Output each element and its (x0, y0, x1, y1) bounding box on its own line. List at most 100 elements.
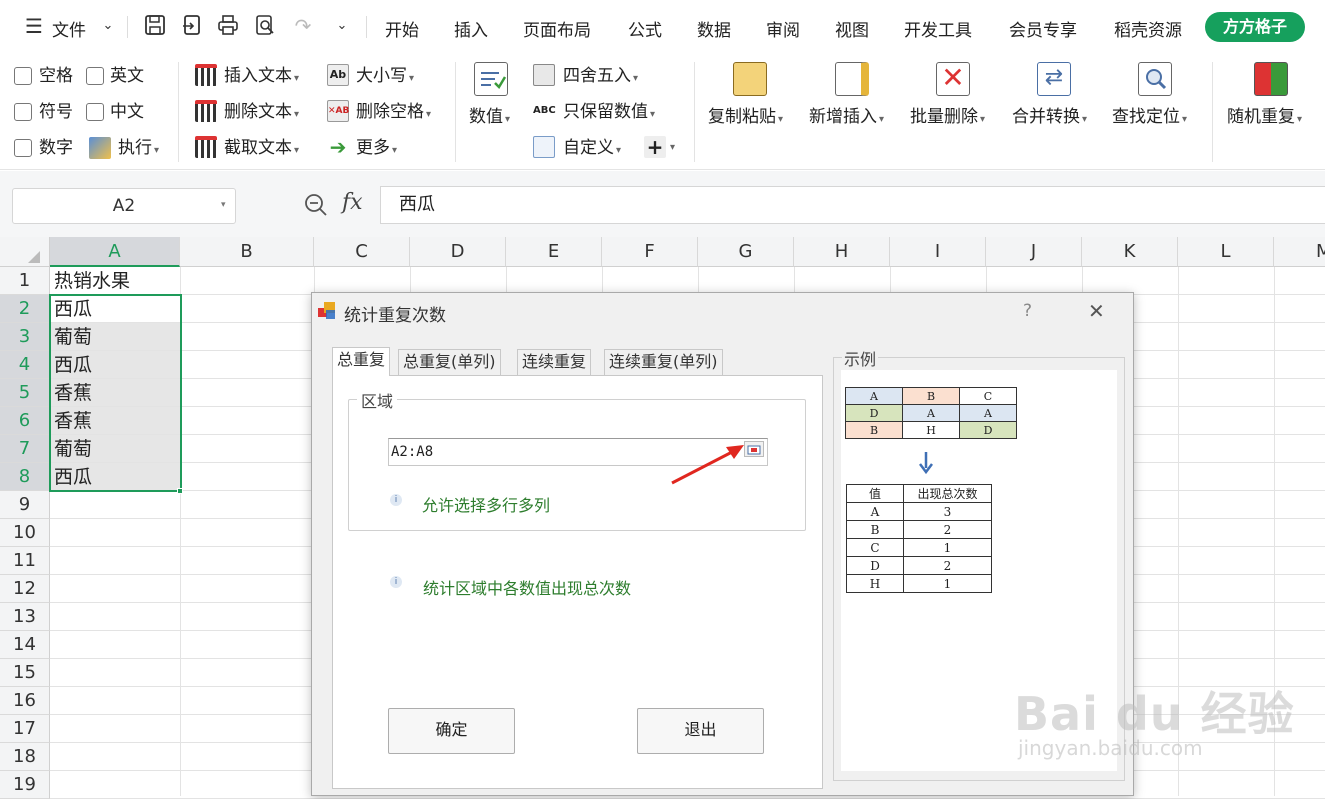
chevron-down-icon[interactable]: ▾ (221, 200, 226, 210)
checkbox-english[interactable] (86, 67, 104, 85)
custom-button[interactable]: 自定义 ▾ (563, 138, 621, 161)
checkbox-chinese[interactable] (86, 103, 104, 121)
column-header[interactable]: E (506, 237, 602, 267)
close-icon[interactable]: ✕ (1088, 299, 1105, 323)
find-locate-button[interactable]: 查找定位 ▾ (1112, 107, 1187, 130)
column-header[interactable]: B (180, 237, 314, 267)
row-header[interactable]: 12 (0, 575, 50, 603)
row-header[interactable]: 17 (0, 715, 50, 743)
row-header[interactable]: 9 (0, 491, 50, 519)
extract-text-icon (195, 136, 217, 158)
merge-convert-button[interactable]: 合并转换 ▾ (1012, 107, 1087, 130)
column-header[interactable]: J (986, 237, 1082, 267)
row-header[interactable]: 3 (0, 323, 50, 351)
column-header[interactable]: F (602, 237, 698, 267)
checkbox-label: 符号 (39, 102, 73, 122)
row-header[interactable]: 10 (0, 519, 50, 547)
exit-button[interactable]: 退出 (637, 708, 764, 754)
column-header[interactable]: D (410, 237, 506, 267)
tab-total-duplicates-single-col[interactable]: 总重复(单列) (398, 349, 501, 375)
chevron-down-icon[interactable]: ⌄ (96, 14, 120, 38)
batch-delete-icon: ✕ (936, 62, 970, 96)
column-header[interactable]: I (890, 237, 986, 267)
checkbox-number[interactable] (14, 139, 32, 157)
delete-text-button[interactable]: 删除文本 ▾ (224, 102, 299, 125)
note-multi-select: 允许选择多行多列 (422, 496, 551, 515)
redo-icon[interactable]: ↷ (291, 14, 315, 38)
remove-space-button[interactable]: 删除空格 ▾ (356, 102, 431, 125)
cell-a1[interactable]: 热销水果 (50, 267, 180, 295)
name-box[interactable]: A2 (12, 188, 236, 224)
fill-handle[interactable] (177, 488, 183, 494)
row-header[interactable]: 7 (0, 435, 50, 463)
formula-input[interactable]: 西瓜 (380, 186, 1325, 224)
help-button[interactable]: ? (1023, 301, 1032, 321)
tab-total-duplicates[interactable]: 总重复 (332, 347, 391, 376)
tab-view[interactable]: 视图 (835, 16, 869, 41)
row-header[interactable]: 8 (0, 463, 50, 491)
example-input-table: A B C D A A B H D (845, 387, 1017, 439)
watermark-url: jingyan.baidu.com (1018, 736, 1203, 760)
print-icon[interactable] (216, 14, 240, 38)
row-header[interactable]: 19 (0, 771, 50, 799)
tab-formulas[interactable]: 公式 (628, 16, 662, 41)
batch-delete-button[interactable]: 批量删除 ▾ (910, 107, 985, 130)
row-header[interactable]: 16 (0, 687, 50, 715)
note-count-description: 统计区域中各数值出现总次数 (423, 579, 632, 598)
column-header[interactable]: G (698, 237, 794, 267)
row-header[interactable]: 13 (0, 603, 50, 631)
tab-data[interactable]: 数据 (697, 16, 731, 41)
tab-review[interactable]: 审阅 (766, 16, 800, 41)
ok-button[interactable]: 确定 (388, 708, 515, 754)
zoom-icon[interactable] (303, 192, 329, 222)
column-header[interactable]: K (1082, 237, 1178, 267)
checkbox-space[interactable] (14, 67, 32, 85)
tab-docer[interactable]: 稻壳资源 (1114, 16, 1182, 41)
row-header[interactable]: 4 (0, 351, 50, 379)
tab-home[interactable]: 开始 (385, 16, 419, 41)
insert-text-button[interactable]: 插入文本 ▾ (224, 66, 299, 89)
case-button[interactable]: 大小写 ▾ (356, 66, 414, 89)
column-header[interactable]: C (314, 237, 410, 267)
keep-number-button[interactable]: 只保留数值 ▾ (563, 102, 655, 125)
fx-label[interactable]: fx (342, 190, 363, 215)
random-repeat-button[interactable]: 随机重复 ▾ (1227, 107, 1302, 130)
export-icon[interactable] (180, 14, 204, 38)
more-button[interactable]: 更多 ▾ (356, 138, 397, 161)
column-header[interactable]: M (1274, 237, 1325, 267)
extract-text-button[interactable]: 截取文本 ▾ (224, 138, 299, 161)
hamburger-icon[interactable]: ☰ (22, 14, 46, 38)
row-header[interactable]: 14 (0, 631, 50, 659)
print-preview-icon[interactable] (253, 14, 277, 38)
checkbox-symbol[interactable] (14, 103, 32, 121)
tab-consecutive-duplicates-single-col[interactable]: 连续重复(单列) (604, 349, 723, 375)
file-menu[interactable]: 文件 (52, 16, 86, 41)
row-header[interactable]: 6 (0, 407, 50, 435)
chevron-down-icon[interactable]: ▾ (670, 138, 675, 158)
select-all-corner[interactable] (0, 237, 50, 267)
add-insert-button[interactable]: 新增插入 ▾ (809, 107, 884, 130)
tab-member[interactable]: 会员专享 (1009, 16, 1077, 41)
execute-button[interactable]: 执行 ▾ (118, 138, 159, 161)
tab-page-layout[interactable]: 页面布局 (523, 16, 591, 41)
chevron-down-icon[interactable]: ⌄ (330, 14, 354, 38)
row-header[interactable]: 2 (0, 295, 50, 323)
tab-developer[interactable]: 开发工具 (904, 16, 972, 41)
row-header[interactable]: 11 (0, 547, 50, 575)
tab-consecutive-duplicates[interactable]: 连续重复 (517, 349, 592, 375)
save-icon[interactable] (143, 14, 167, 38)
row-header[interactable]: 15 (0, 659, 50, 687)
row-header[interactable]: 18 (0, 743, 50, 771)
row-header[interactable]: 5 (0, 379, 50, 407)
app-logo-icon (318, 302, 336, 320)
round-button[interactable]: 四舍五入 ▾ (563, 66, 638, 89)
column-header[interactable]: A (50, 237, 180, 267)
plus-icon[interactable]: + (644, 136, 666, 158)
column-header[interactable]: H (794, 237, 890, 267)
number-button[interactable]: 数值 ▾ (469, 107, 510, 130)
column-header[interactable]: L (1178, 237, 1274, 267)
copy-paste-button[interactable]: 复制粘贴 ▾ (708, 107, 783, 130)
tab-insert[interactable]: 插入 (454, 16, 488, 41)
tab-fangfanggezi[interactable]: 方方格子 (1205, 12, 1305, 42)
row-header[interactable]: 1 (0, 267, 50, 295)
